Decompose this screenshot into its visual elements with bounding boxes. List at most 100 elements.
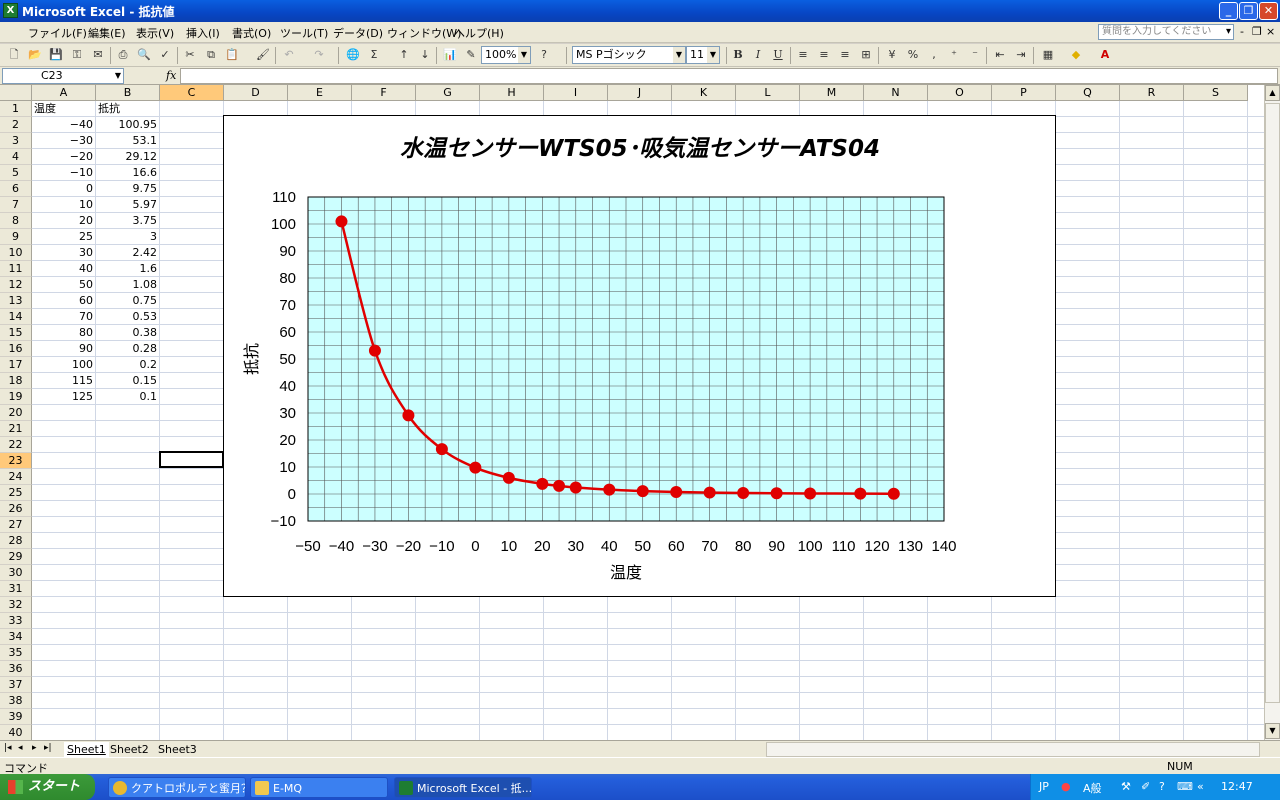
- column-header-h[interactable]: H: [480, 85, 544, 101]
- row-header[interactable]: 7: [0, 197, 32, 213]
- prev-sheet-icon[interactable]: ◂: [18, 743, 23, 753]
- column-header-a[interactable]: A: [32, 85, 96, 101]
- close-button[interactable]: ✕: [1259, 2, 1278, 20]
- underline-button[interactable]: U: [770, 47, 786, 63]
- doc-close-button[interactable]: ×: [1266, 25, 1275, 38]
- row-header[interactable]: 14: [0, 309, 32, 325]
- keyboard-icon[interactable]: ⌨: [1177, 780, 1193, 793]
- row-header[interactable]: 37: [0, 677, 32, 693]
- merge-center-icon[interactable]: ⊞: [858, 47, 874, 63]
- redo-icon[interactable]: ↷: [311, 47, 327, 63]
- row-header[interactable]: 27: [0, 517, 32, 533]
- cell-a1[interactable]: 温度: [32, 101, 96, 117]
- row-header[interactable]: 36: [0, 661, 32, 677]
- cell-a8[interactable]: 20: [32, 213, 96, 229]
- column-header-b[interactable]: B: [96, 85, 160, 101]
- cell-b5[interactable]: 16.6: [96, 165, 160, 181]
- comma-button[interactable]: ,: [926, 47, 942, 63]
- column-header-n[interactable]: N: [864, 85, 928, 101]
- permission-icon[interactable]: ⚿: [69, 47, 85, 63]
- cell-a17[interactable]: 100: [32, 357, 96, 373]
- scroll-up-icon[interactable]: ▲: [1265, 85, 1280, 101]
- menu-format[interactable]: 書式(O): [232, 25, 271, 41]
- cell-a7[interactable]: 10: [32, 197, 96, 213]
- menu-edit[interactable]: 編集(E): [88, 25, 126, 41]
- row-header[interactable]: 25: [0, 485, 32, 501]
- column-header-q[interactable]: Q: [1056, 85, 1120, 101]
- row-header[interactable]: 3: [0, 133, 32, 149]
- decrease-indent-icon[interactable]: ⇤: [992, 47, 1008, 63]
- row-header[interactable]: 6: [0, 181, 32, 197]
- menu-file[interactable]: ファイル(F): [28, 25, 87, 41]
- vertical-scrollbar[interactable]: ▲ ▼: [1264, 85, 1280, 740]
- cell-b15[interactable]: 0.38: [96, 325, 160, 341]
- drawing-icon[interactable]: ✎: [463, 47, 479, 63]
- format-painter-icon[interactable]: 🖌: [255, 47, 271, 63]
- cell-a16[interactable]: 90: [32, 341, 96, 357]
- hyperlink-icon[interactable]: 🌐: [345, 47, 361, 63]
- cell-b8[interactable]: 3.75: [96, 213, 160, 229]
- autosum-icon[interactable]: Σ: [366, 47, 382, 63]
- chevron-down-icon[interactable]: ▼: [518, 47, 530, 63]
- cell-a15[interactable]: 80: [32, 325, 96, 341]
- cell-a9[interactable]: 25: [32, 229, 96, 245]
- column-header-d[interactable]: D: [224, 85, 288, 101]
- cell-b17[interactable]: 0.2: [96, 357, 160, 373]
- cell-b6[interactable]: 9.75: [96, 181, 160, 197]
- row-header[interactable]: 23: [0, 453, 32, 469]
- tab-sheet1[interactable]: Sheet1: [64, 742, 109, 757]
- menu-view[interactable]: 表示(V): [136, 25, 174, 41]
- column-header-e[interactable]: E: [288, 85, 352, 101]
- menu-tools[interactable]: ツール(T): [280, 25, 328, 41]
- font-color-icon[interactable]: A: [1097, 47, 1113, 63]
- row-header[interactable]: 10: [0, 245, 32, 261]
- cell-a12[interactable]: 50: [32, 277, 96, 293]
- minimize-button[interactable]: _: [1219, 2, 1238, 20]
- tab-sheet3[interactable]: Sheet3: [158, 742, 197, 757]
- row-header[interactable]: 2: [0, 117, 32, 133]
- copy-icon[interactable]: ⧉: [203, 47, 219, 63]
- column-header-s[interactable]: S: [1184, 85, 1248, 101]
- row-header[interactable]: 13: [0, 293, 32, 309]
- new-file-icon[interactable]: 🗋: [6, 47, 22, 63]
- row-header[interactable]: 35: [0, 645, 32, 661]
- cell-b10[interactable]: 2.42: [96, 245, 160, 261]
- function-icon[interactable]: fx: [166, 69, 176, 82]
- cell-a2[interactable]: −40: [32, 117, 96, 133]
- start-button[interactable]: スタート: [0, 774, 95, 800]
- row-header[interactable]: 8: [0, 213, 32, 229]
- chart-wizard-icon[interactable]: 📊: [442, 47, 458, 63]
- row-header[interactable]: 9: [0, 229, 32, 245]
- fill-color-icon[interactable]: ◆: [1068, 47, 1084, 63]
- row-header[interactable]: 29: [0, 549, 32, 565]
- ime-mode[interactable]: A般: [1083, 780, 1102, 796]
- row-header[interactable]: 1: [0, 101, 32, 117]
- row-header[interactable]: 4: [0, 149, 32, 165]
- cell-a6[interactable]: 0: [32, 181, 96, 197]
- percent-button[interactable]: %: [905, 47, 921, 63]
- row-header[interactable]: 22: [0, 437, 32, 453]
- menu-window[interactable]: ウィンドウ(W): [387, 25, 461, 41]
- row-header[interactable]: 38: [0, 693, 32, 709]
- eraser-icon[interactable]: ✐: [1141, 780, 1150, 793]
- row-header[interactable]: 24: [0, 469, 32, 485]
- cell-b13[interactable]: 0.75: [96, 293, 160, 309]
- undo-icon[interactable]: ↶: [281, 47, 297, 63]
- cell-a4[interactable]: −20: [32, 149, 96, 165]
- cell-b4[interactable]: 29.12: [96, 149, 160, 165]
- print-preview-icon[interactable]: 🔍: [136, 47, 152, 63]
- cell-b11[interactable]: 1.6: [96, 261, 160, 277]
- borders-icon[interactable]: ▦: [1040, 47, 1056, 63]
- italic-button[interactable]: I: [750, 47, 766, 63]
- row-header[interactable]: 18: [0, 373, 32, 389]
- align-left-icon[interactable]: ≡: [795, 47, 811, 63]
- task-excel[interactable]: Microsoft Excel - 抵...: [394, 777, 532, 798]
- open-folder-icon[interactable]: 📂: [27, 47, 43, 63]
- row-header[interactable]: 17: [0, 357, 32, 373]
- print-icon[interactable]: ⎙: [115, 47, 131, 63]
- active-cell-c23[interactable]: [159, 451, 224, 468]
- cell-a10[interactable]: 30: [32, 245, 96, 261]
- column-header-r[interactable]: R: [1120, 85, 1184, 101]
- name-box[interactable]: C23 ▼: [2, 68, 124, 84]
- cell-b16[interactable]: 0.28: [96, 341, 160, 357]
